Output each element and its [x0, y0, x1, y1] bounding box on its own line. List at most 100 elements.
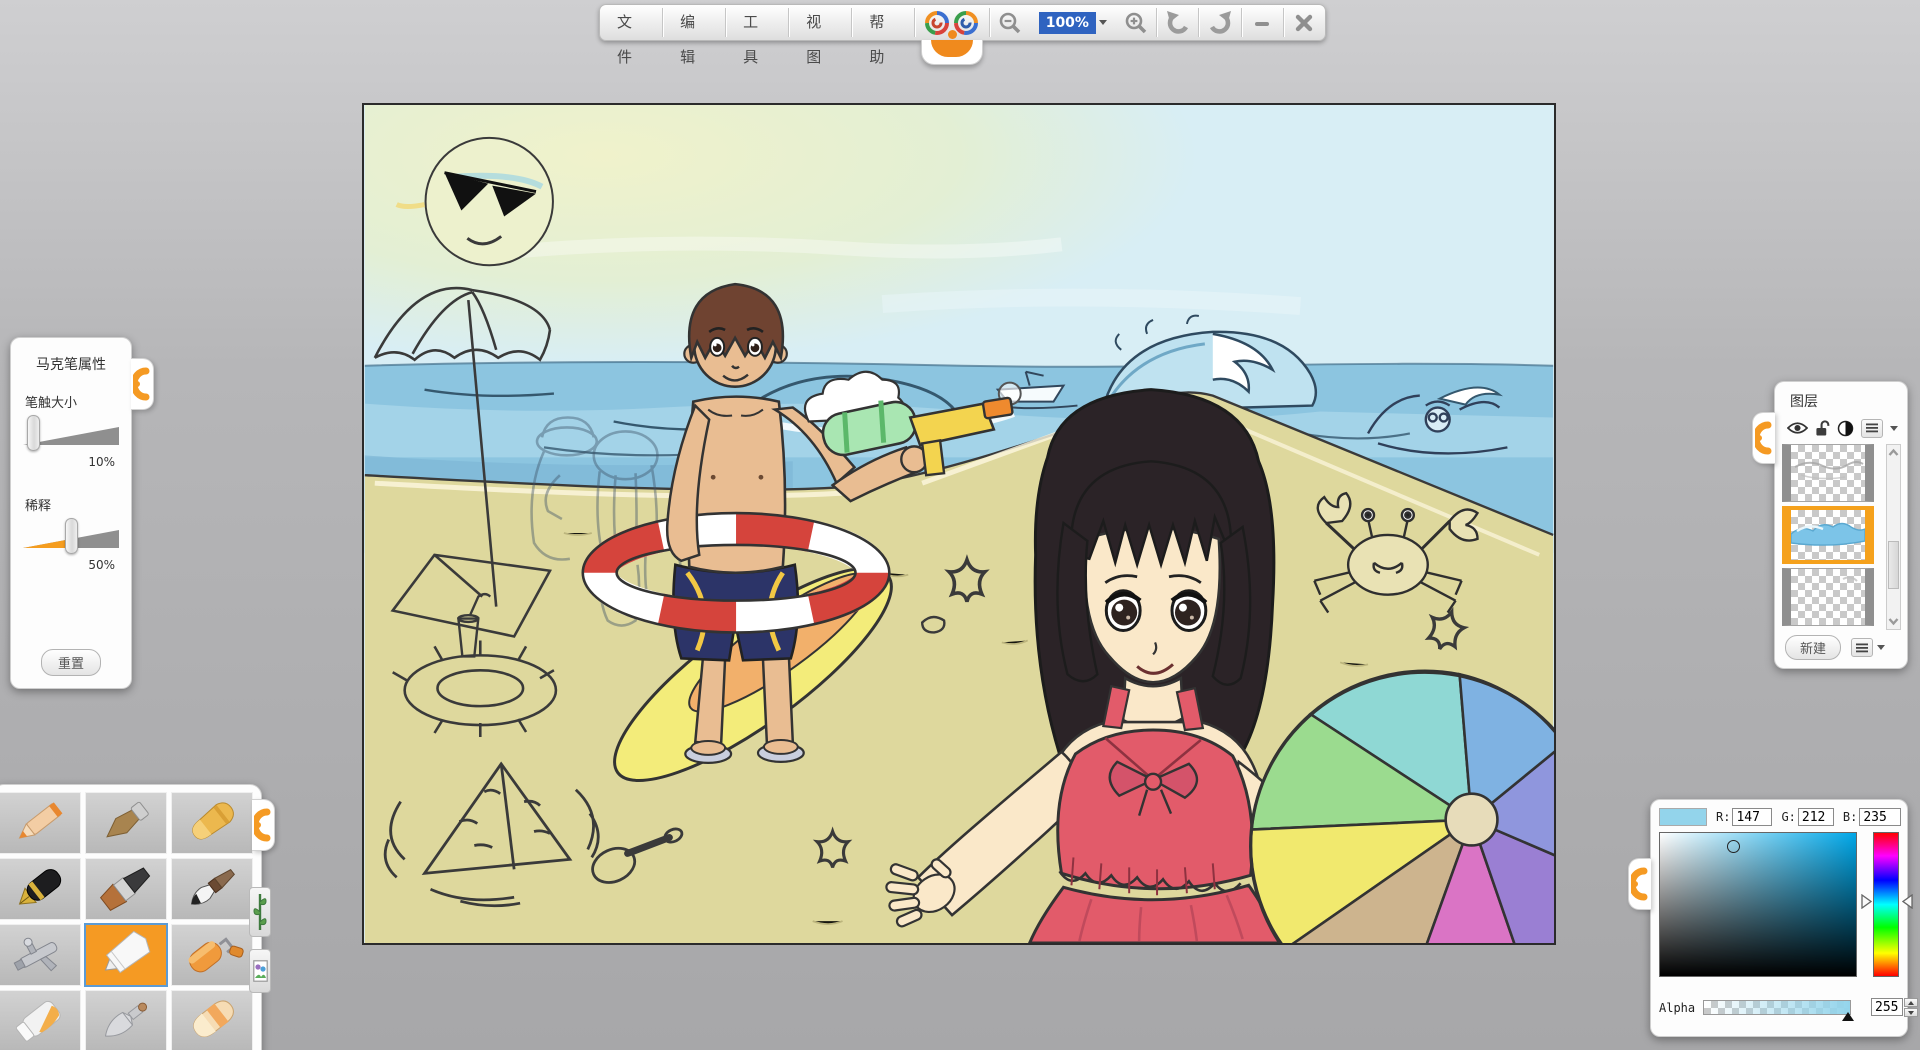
main-toolbar: 文件 编辑 工具 视图 帮助: [599, 4, 1326, 41]
hue-arrow-right[interactable]: [1902, 894, 1913, 909]
paint-bottle-icon: [8, 995, 72, 1047]
orange-handle-icon: [133, 364, 151, 404]
red-input[interactable]: [1732, 808, 1772, 826]
brush-size-handle[interactable]: [27, 415, 40, 451]
drawing-canvas[interactable]: [362, 103, 1556, 945]
layer-menu-button[interactable]: [1861, 419, 1883, 438]
panel-title: 马克笔属性: [11, 354, 131, 374]
airbrush-icon: [8, 929, 72, 981]
layer-thumbnail-top[interactable]: [1782, 444, 1874, 502]
menu-view[interactable]: 视图: [789, 5, 851, 40]
scrollbar-thumb[interactable]: [1888, 541, 1899, 589]
crayon-icon: [180, 797, 244, 849]
mascot-smile: [931, 40, 973, 57]
undo-icon: [1165, 10, 1191, 36]
tool-airbrush[interactable]: [0, 924, 81, 986]
alpha-slider[interactable]: [1703, 1000, 1851, 1015]
blue-label: B:: [1843, 810, 1857, 824]
tool-palette-knife[interactable]: [85, 990, 167, 1050]
layers-panel: 图层: [1774, 381, 1908, 669]
dilution-slider[interactable]: [21, 518, 121, 558]
menu-help[interactable]: 帮助: [852, 5, 914, 40]
tool-pastel-stick[interactable]: [85, 792, 167, 854]
dilution-handle[interactable]: [65, 518, 78, 554]
list-menu-icon: [1856, 643, 1868, 653]
minimize-button[interactable]: [1242, 5, 1283, 40]
panel-grab-handle[interactable]: [1752, 412, 1775, 464]
alpha-increment-button[interactable]: [1904, 998, 1918, 1007]
orange-handle-icon: [254, 805, 272, 845]
layer-options-button[interactable]: [1851, 638, 1873, 657]
clown-mascot-logo: [915, 5, 988, 40]
ink-brush-icon: [180, 863, 244, 915]
app-window: { "toolbar": { "menus": ["文件", "编辑", "工具…: [0, 0, 1920, 1050]
visibility-eye-icon[interactable]: [1787, 421, 1808, 435]
reset-button[interactable]: 重置: [41, 649, 101, 676]
unlock-icon[interactable]: [1815, 420, 1830, 437]
saturation-brightness-box[interactable]: [1659, 832, 1857, 977]
minimize-icon: [1252, 13, 1272, 33]
zoom-out-button[interactable]: [989, 5, 1030, 40]
tool-paint-bottle[interactable]: [0, 990, 81, 1050]
tool-paint-roller[interactable]: [171, 924, 253, 986]
tool-crayon[interactable]: [171, 792, 253, 854]
close-icon: [1294, 13, 1314, 33]
redo-button[interactable]: [1199, 5, 1240, 40]
chevron-down-icon[interactable]: [1099, 20, 1107, 25]
menu-edit[interactable]: 编辑: [663, 5, 725, 40]
undo-button[interactable]: [1157, 5, 1198, 40]
scroll-down-icon[interactable]: [1887, 616, 1900, 626]
zoom-level-value: 100%: [1039, 12, 1096, 34]
alpha-marker[interactable]: [1842, 1012, 1854, 1021]
green-input[interactable]: [1798, 808, 1834, 826]
brush-size-slider[interactable]: [21, 415, 121, 455]
photo-stamp-button[interactable]: [249, 949, 271, 993]
tool-grid: [0, 792, 255, 1050]
hue-arrow-left[interactable]: [1861, 894, 1872, 909]
hue-bar[interactable]: [1873, 832, 1899, 977]
plant-decoration-button[interactable]: [249, 887, 271, 937]
panel-grab-handle[interactable]: [252, 799, 275, 851]
tool-fountain-pen[interactable]: [0, 858, 81, 920]
chevron-down-icon[interactable]: [1890, 426, 1898, 431]
tool-palette-panel: [0, 784, 262, 1050]
layer-content-faint: [1791, 569, 1865, 621]
tool-colored-pencil[interactable]: [0, 792, 81, 854]
zoom-in-button[interactable]: [1115, 5, 1156, 40]
alpha-decrement-button[interactable]: [1904, 1008, 1918, 1017]
menu-file[interactable]: 文件: [600, 5, 662, 40]
zoom-in-icon: [1124, 11, 1148, 35]
rainbow-swirl-icon: [953, 10, 979, 36]
orange-handle-icon: [1755, 418, 1773, 458]
layer-thumbnail-bottom[interactable]: [1782, 568, 1874, 626]
panel-grab-handle[interactable]: [1628, 858, 1651, 910]
tool-flat-brush[interactable]: [85, 858, 167, 920]
menu-tools[interactable]: 工具: [726, 5, 788, 40]
alpha-gradient: [1704, 1001, 1850, 1014]
new-layer-button[interactable]: 新建: [1785, 635, 1841, 660]
palette-knife-icon: [94, 995, 158, 1047]
eraser-icon: [180, 995, 244, 1047]
alpha-input[interactable]: [1871, 998, 1903, 1016]
mascot-tab: [921, 40, 983, 65]
photo-icon: [253, 960, 268, 982]
marker-icon: [94, 929, 158, 981]
blend-half-circle-icon[interactable]: [1837, 420, 1854, 437]
panel-grab-handle[interactable]: [131, 358, 154, 410]
color-picker-panel: R: G: B: Alpha: [1650, 799, 1908, 1037]
redo-icon: [1207, 10, 1233, 36]
beach-scene: [364, 105, 1554, 943]
green-label: G:: [1781, 810, 1795, 824]
tool-ink-brush[interactable]: [171, 858, 253, 920]
layer-scrollbar[interactable]: [1886, 444, 1901, 630]
chevron-down-icon[interactable]: [1877, 645, 1885, 650]
layer-thumbnail-selected[interactable]: [1782, 506, 1874, 564]
zoom-level-select[interactable]: 100%: [1031, 5, 1115, 40]
flat-brush-icon: [94, 863, 158, 915]
scroll-up-icon[interactable]: [1887, 448, 1900, 458]
close-button[interactable]: [1284, 5, 1325, 40]
blue-input[interactable]: [1859, 808, 1901, 826]
colored-pencil-icon: [8, 797, 72, 849]
tool-marker[interactable]: [85, 924, 167, 986]
tool-eraser[interactable]: [171, 990, 253, 1050]
